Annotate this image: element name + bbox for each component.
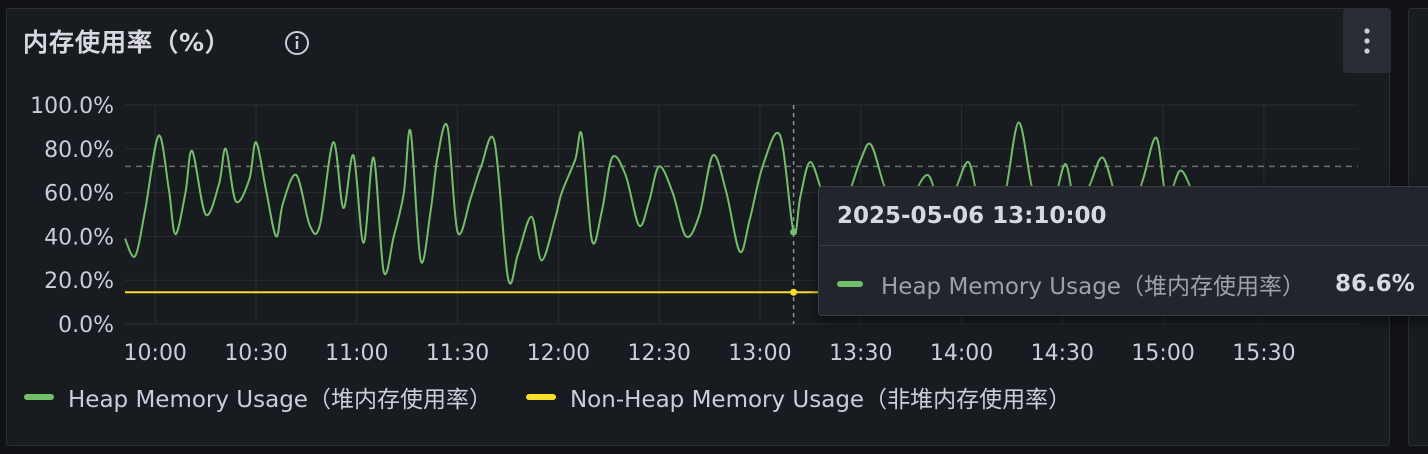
tooltip-divider (819, 245, 1428, 246)
y-tick-label: 0.0% (58, 313, 114, 338)
y-tick-label: 40.0% (44, 225, 114, 250)
x-tick-label: 13:00 (728, 341, 791, 366)
tooltip-swatch (837, 281, 863, 287)
x-tick-label: 12:30 (627, 341, 690, 366)
hover-point-heap (790, 228, 798, 236)
tooltip-time: 2025-05-06 13:10:00 (837, 203, 1107, 229)
hover-point-nonheap (790, 288, 798, 296)
legend-label-nonheap: Non-Heap Memory Usage（非堆内存使用率） (569, 387, 1072, 413)
x-tick-label: 14:00 (930, 341, 993, 366)
y-tick-label: 100.0% (30, 94, 114, 119)
legend-item-heap[interactable]: Heap Memory Usage（堆内存使用率） (24, 380, 492, 414)
x-tick-label: 12:00 (527, 341, 590, 366)
tooltip-value: 86.6% (1335, 271, 1415, 297)
legend-swatch-heap (24, 394, 54, 400)
x-tick-label: 11:30 (426, 341, 489, 366)
x-tick-label: 10:30 (224, 341, 287, 366)
y-tick-label: 60.0% (44, 182, 114, 207)
x-tick-label: 13:30 (829, 341, 892, 366)
hover-tooltip: 2025-05-06 13:10:00 Heap Memory Usage（堆内… (818, 186, 1428, 316)
y-tick-label: 20.0% (44, 269, 114, 294)
x-tick-label: 15:00 (1131, 341, 1194, 366)
x-tick-label: 15:30 (1232, 341, 1295, 366)
x-tick-label: 11:00 (325, 341, 388, 366)
x-tick-label: 14:30 (1031, 341, 1094, 366)
tooltip-row-heap: Heap Memory Usage（堆内存使用率） 86.6% (837, 267, 1415, 301)
legend-label-heap: Heap Memory Usage（堆内存使用率） (68, 387, 492, 413)
chart-legend: Heap Memory Usage（堆内存使用率） Non-Heap Memor… (24, 380, 1105, 414)
legend-item-nonheap[interactable]: Non-Heap Memory Usage（非堆内存使用率） (525, 380, 1072, 414)
legend-swatch-nonheap (525, 394, 556, 400)
x-tick-label: 10:00 (124, 341, 187, 366)
y-tick-label: 80.0% (44, 138, 114, 163)
tooltip-series-name: Heap Memory Usage（堆内存使用率） (881, 274, 1305, 300)
